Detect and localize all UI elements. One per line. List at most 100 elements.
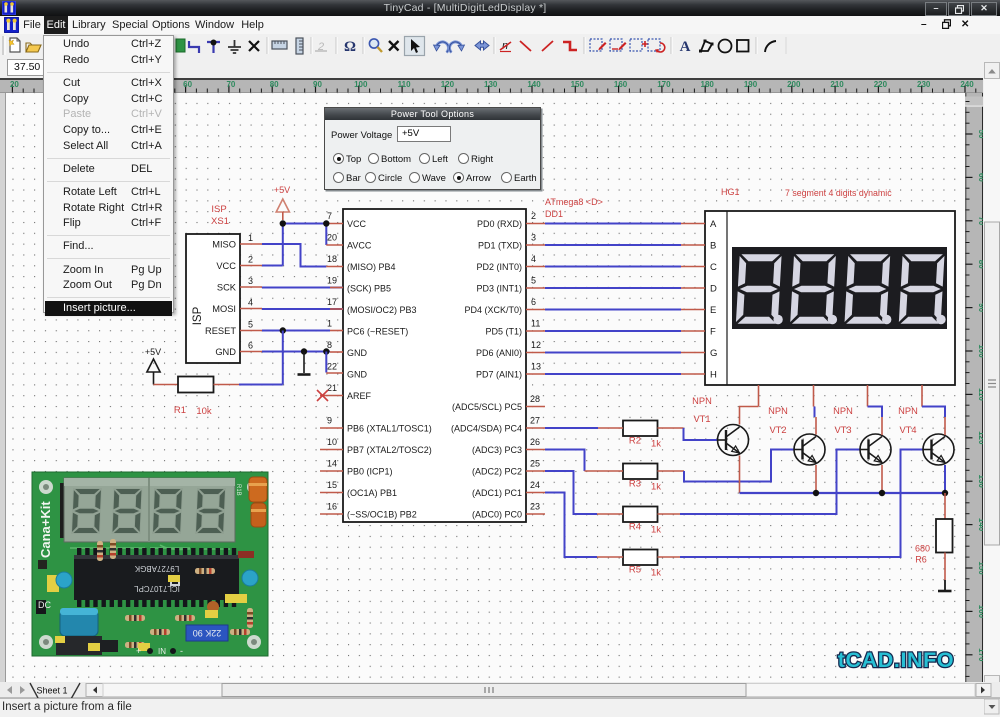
svg-text:100: 100 xyxy=(354,80,368,89)
svg-text:2: 2 xyxy=(248,255,253,265)
svg-text:Cana+Kit: Cana+Kit xyxy=(38,501,53,558)
svg-text:tCAD.INFO: tCAD.INFO xyxy=(838,648,954,672)
svg-text:6: 6 xyxy=(248,341,253,351)
svg-text:IN: IN xyxy=(158,647,166,656)
svg-text:PB0 (ICP1): PB0 (ICP1) xyxy=(347,467,393,477)
svg-text:11: 11 xyxy=(531,319,540,329)
svg-text:B: B xyxy=(710,241,716,252)
svg-text:R6: R6 xyxy=(915,555,927,565)
svg-text:VT1: VT1 xyxy=(693,414,710,424)
svg-text:(MOSI/OC2) PB3: (MOSI/OC2) PB3 xyxy=(347,305,417,315)
svg-text:140: 140 xyxy=(977,518,983,532)
svg-text:70: 70 xyxy=(977,216,983,225)
svg-text:1k: 1k xyxy=(651,568,661,579)
svg-text:PD3 (INT1): PD3 (INT1) xyxy=(476,284,522,294)
svg-text:RESET: RESET xyxy=(205,326,236,336)
svg-text:ISP: ISP xyxy=(211,204,226,215)
svg-text:190: 190 xyxy=(744,80,758,89)
svg-text:R5: R5 xyxy=(629,565,641,576)
svg-text:VT2: VT2 xyxy=(769,425,786,435)
svg-text:VT4: VT4 xyxy=(899,425,916,435)
svg-text:680: 680 xyxy=(915,544,930,554)
svg-text:G: G xyxy=(710,348,717,359)
svg-text:1k: 1k xyxy=(651,439,661,450)
svg-text:-: - xyxy=(180,646,183,656)
svg-text:(ADC1) PC1: (ADC1) PC1 xyxy=(472,488,522,498)
svg-text:(ADC0) PC0: (ADC0) PC0 xyxy=(472,510,522,520)
svg-text:PD1 (TXD): PD1 (TXD) xyxy=(478,241,522,251)
svg-text:A: A xyxy=(680,39,691,55)
svg-text:DC: DC xyxy=(38,600,51,610)
svg-text:4: 4 xyxy=(531,254,536,264)
svg-text:16: 16 xyxy=(327,502,337,512)
svg-text:AREF: AREF xyxy=(347,391,372,401)
svg-text:NPN: NPN xyxy=(898,406,918,416)
svg-text:+5V: +5V xyxy=(145,347,161,357)
svg-text:PD6 (ANI0): PD6 (ANI0) xyxy=(476,348,522,358)
svg-text:21: 21 xyxy=(327,383,337,393)
svg-text:1: 1 xyxy=(327,319,332,329)
svg-text:7 segment 4 digits dynamic: 7 segment 4 digits dynamic xyxy=(785,188,892,198)
svg-text:27: 27 xyxy=(530,416,540,426)
svg-text:120: 120 xyxy=(977,431,983,445)
svg-text:PD5 (T1): PD5 (T1) xyxy=(485,327,522,337)
svg-text:5: 5 xyxy=(248,320,253,330)
svg-text:60: 60 xyxy=(183,80,192,89)
svg-text:110: 110 xyxy=(398,80,411,89)
svg-text:H: H xyxy=(710,370,717,381)
svg-text:17: 17 xyxy=(327,297,337,307)
svg-text:PB7 (XTAL2/TOSC2): PB7 (XTAL2/TOSC2) xyxy=(347,445,432,455)
svg-text:160: 160 xyxy=(614,80,628,89)
svg-text:(ADC5/SCL) PC5: (ADC5/SCL) PC5 xyxy=(452,402,522,412)
svg-text:R1B: R1B xyxy=(235,484,241,496)
svg-text:VCC: VCC xyxy=(347,219,367,229)
svg-text:10k: 10k xyxy=(196,406,212,417)
svg-text:100: 100 xyxy=(977,344,983,358)
svg-text:HG1: HG1 xyxy=(721,187,740,197)
svg-text:5: 5 xyxy=(531,276,536,286)
svg-text:170: 170 xyxy=(977,648,983,662)
svg-text:8: 8 xyxy=(327,340,332,350)
svg-text:R2: R2 xyxy=(629,436,641,447)
svg-text:1k: 1k xyxy=(651,482,661,493)
svg-text:170: 170 xyxy=(657,80,671,89)
svg-text:VT3: VT3 xyxy=(834,425,851,435)
svg-text:Ω: Ω xyxy=(344,39,356,55)
svg-text:PD4 (XCK/T0): PD4 (XCK/T0) xyxy=(464,305,522,315)
svg-text:(SCK) PB5: (SCK) PB5 xyxy=(347,284,391,294)
svg-text:22: 22 xyxy=(327,362,337,372)
svg-text:(OC1A) PB1: (OC1A) PB1 xyxy=(347,488,397,498)
svg-text:200: 200 xyxy=(787,80,801,89)
svg-text:10: 10 xyxy=(327,437,337,447)
svg-text:GND: GND xyxy=(215,347,236,357)
svg-text:(MISO) PB4: (MISO) PB4 xyxy=(347,262,396,272)
svg-text:110: 110 xyxy=(977,388,983,401)
svg-text:130: 130 xyxy=(484,80,498,89)
svg-text:12: 12 xyxy=(531,340,541,350)
svg-text:DD1: DD1 xyxy=(545,209,563,219)
svg-text:90: 90 xyxy=(977,303,983,312)
svg-text:3: 3 xyxy=(531,233,536,243)
svg-text:PD7 (AIN1): PD7 (AIN1) xyxy=(476,370,522,380)
svg-text:20: 20 xyxy=(10,80,19,89)
svg-text:2: 2 xyxy=(531,211,536,221)
svg-text:14: 14 xyxy=(327,459,337,469)
svg-text:AVCC: AVCC xyxy=(347,241,372,251)
svg-text:D: D xyxy=(710,284,717,295)
svg-text:A: A xyxy=(710,219,717,230)
svg-text:(ADC2) PC2: (ADC2) PC2 xyxy=(472,467,522,477)
svg-text:230: 230 xyxy=(917,80,931,89)
svg-text:C: C xyxy=(710,262,717,273)
svg-text:13: 13 xyxy=(531,362,541,372)
svg-text:GND: GND xyxy=(347,370,368,380)
svg-text:90: 90 xyxy=(313,80,322,89)
svg-text:GND: GND xyxy=(347,348,368,358)
svg-text:PD2 (INT0): PD2 (INT0) xyxy=(476,262,522,272)
svg-text:MOSI: MOSI xyxy=(212,304,236,314)
svg-text:240: 240 xyxy=(960,80,974,89)
svg-text:(ADC3) PC3: (ADC3) PC3 xyxy=(472,445,522,455)
svg-text:(~SS/OC1B) PB2: (~SS/OC1B) PB2 xyxy=(347,510,417,520)
svg-text:E: E xyxy=(710,305,716,316)
svg-text:130: 130 xyxy=(977,475,983,489)
svg-text:80: 80 xyxy=(270,80,279,89)
